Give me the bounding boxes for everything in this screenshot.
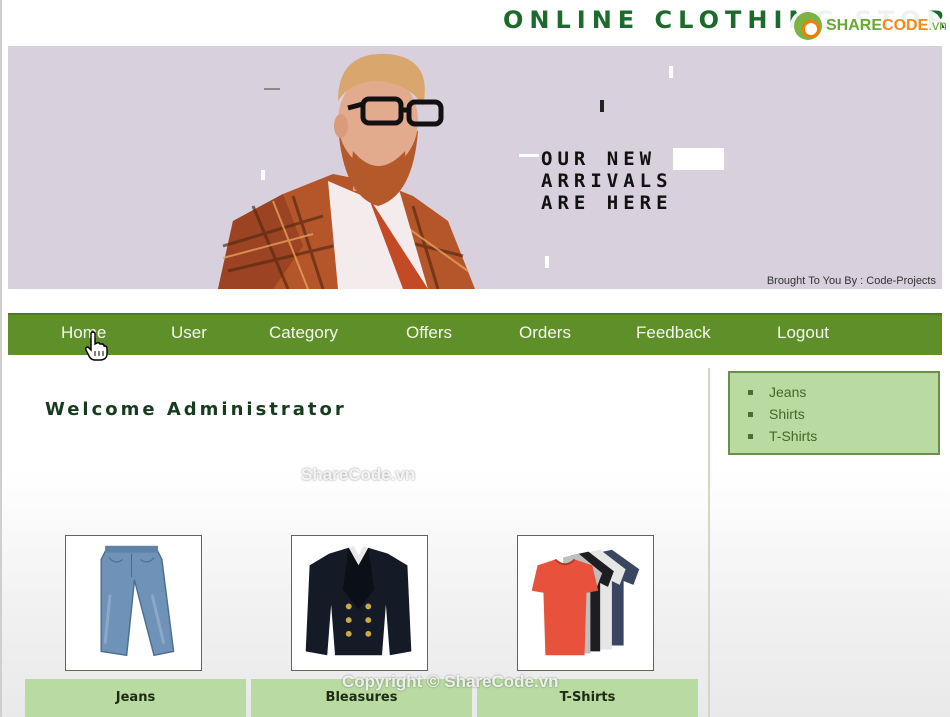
banner-tagline: OUR NEW ARRIVALS ARE HERE (541, 148, 724, 214)
tagline-highlight (672, 148, 724, 170)
bullet-icon (748, 389, 753, 395)
tshirts-image (531, 549, 640, 656)
sidebar-item-tshirts[interactable]: T-Shirts (748, 425, 938, 447)
nav-offers[interactable]: Offers (406, 323, 452, 343)
nav-feedback[interactable]: Feedback (636, 323, 711, 343)
nav-orders[interactable]: Orders (519, 323, 571, 343)
page-left-border (0, 0, 2, 717)
sharecode-logo-text: SHARECODE.vn (826, 17, 947, 34)
tagline-line: OUR NEW (541, 148, 657, 170)
sharecode-logo-icon (794, 12, 822, 40)
product-jeans-image[interactable] (65, 535, 202, 671)
sidebar-item-jeans[interactable]: Jeans (748, 381, 938, 403)
category-sidebar: Jeans Shirts T-Shirts (728, 371, 940, 455)
product-label-jeans[interactable]: Jeans (25, 679, 246, 717)
product-tshirts-image[interactable] (517, 535, 654, 671)
welcome-heading: Welcome Administrator (45, 399, 347, 420)
sidebar-item-label: Shirts (769, 406, 805, 422)
watermark-text: ShareCode.vn (301, 465, 416, 484)
tagline-line: ARE HERE (541, 192, 673, 214)
tagline-line: ARRIVALS (541, 170, 673, 192)
sidebar-item-label: Jeans (769, 384, 807, 400)
blazer-image (305, 545, 412, 656)
banner-deco (669, 66, 673, 78)
product-blazer-image[interactable] (291, 535, 428, 671)
jeans-image (100, 545, 175, 657)
bullet-icon (748, 433, 753, 439)
copyright-watermark: Copyright © ShareCode.vn (342, 672, 559, 691)
bullet-icon (748, 411, 753, 417)
banner-credit: Brought To You By : Code-Projects (766, 275, 936, 287)
nav-user[interactable]: User (171, 323, 207, 343)
banner-deco (519, 154, 539, 157)
nav-category[interactable]: Category (269, 323, 338, 343)
banner-deco (545, 256, 549, 268)
banner-deco (600, 100, 604, 112)
sidebar-item-label: T-Shirts (769, 428, 818, 444)
hero-banner: OUR NEW ARRIVALS ARE HERE Brought To You… (8, 46, 942, 289)
sidebar-item-shirts[interactable]: Shirts (748, 403, 938, 425)
model-photo (218, 53, 475, 289)
category-list: Jeans Shirts T-Shirts (730, 373, 938, 447)
column-divider (708, 368, 710, 717)
hand-cursor-icon (85, 331, 108, 361)
main-nav: Home User Category Offers Orders Feedbac… (8, 313, 942, 355)
nav-logout[interactable]: Logout (777, 323, 829, 343)
sharecode-logo: SHARECODE.vn (790, 10, 947, 42)
